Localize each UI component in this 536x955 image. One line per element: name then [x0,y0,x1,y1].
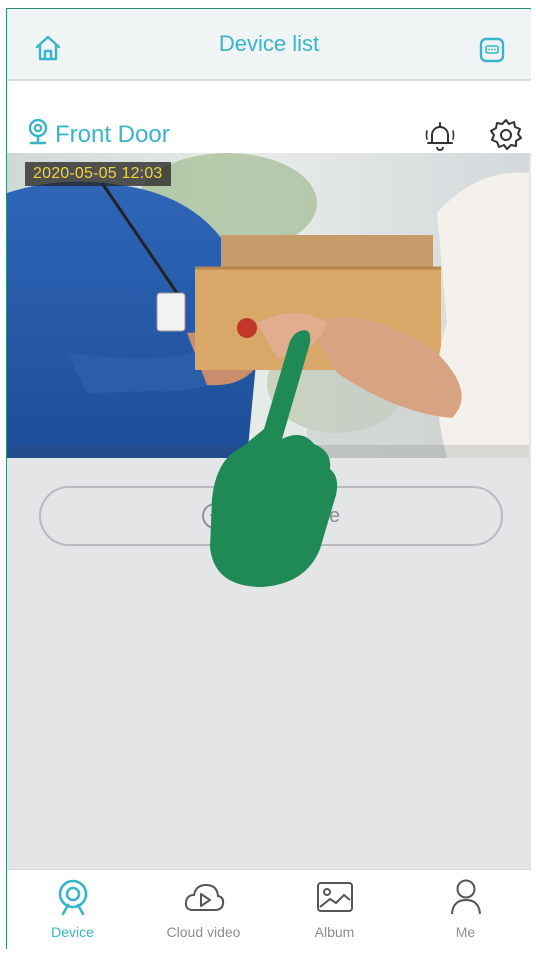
tab-album-label: Album [314,924,355,940]
bottom-tab-bar: Device Cloud video Album Me [7,869,531,949]
add-device-label: Add Device [237,504,341,527]
tab-device-label: Device [51,924,94,940]
alarm-bell-icon[interactable] [423,119,457,153]
tab-album[interactable]: Album [269,870,400,949]
plus-icon: + [201,503,228,529]
camera-preview[interactable] [7,153,529,458]
device-title[interactable]: Front Door [27,118,170,152]
cloud-play-icon [183,878,225,916]
app-screen: Device list Front Door 2020-05-05 12:03 … [6,8,531,949]
message-icon[interactable] [479,37,505,63]
tab-cloud-video-label: Cloud video [166,924,241,940]
page-title: Device list [218,31,320,56]
location-pin-icon [27,118,49,152]
settings-gear-icon[interactable] [488,117,524,153]
video-timestamp: 2020-05-05 12:03 [25,162,171,186]
add-device-button[interactable]: + Add Device [39,486,503,546]
device-name-label: Front Door [55,121,170,148]
tab-me-label: Me [455,924,476,940]
top-bar: Device list [7,9,531,81]
camera-icon [55,878,91,916]
person-icon [449,878,483,916]
image-icon [316,878,354,916]
tab-me[interactable]: Me [400,870,531,949]
tab-device[interactable]: Device [7,870,138,949]
tab-cloud-video[interactable]: Cloud video [138,870,269,949]
